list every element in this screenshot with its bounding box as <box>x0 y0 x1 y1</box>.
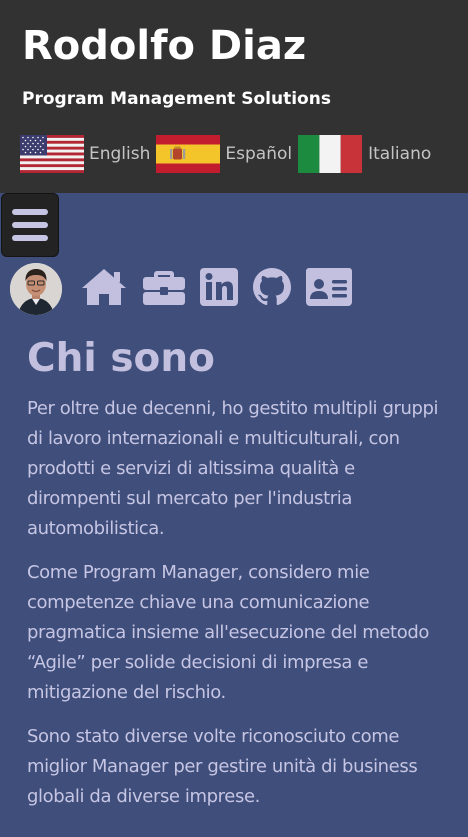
main-content: Chi sono Per oltre due decenni, ho gesti… <box>27 335 452 812</box>
contact-card-icon <box>306 268 352 306</box>
menu-toggle-button[interactable] <box>1 193 59 257</box>
language-italian-label: Italiano <box>368 144 432 164</box>
briefcase-icon <box>143 271 185 305</box>
social-nav <box>10 262 366 316</box>
language-selector: English Español Italiano <box>20 135 437 173</box>
home-link[interactable] <box>80 267 128 311</box>
avatar <box>10 263 62 315</box>
linkedin-icon <box>200 268 238 306</box>
avatar-link[interactable] <box>10 263 80 315</box>
language-italian-link[interactable]: Italiano <box>298 135 431 173</box>
language-english-link[interactable]: English <box>20 135 150 173</box>
home-icon <box>82 269 126 305</box>
linkedin-link[interactable] <box>200 268 238 310</box>
github-icon <box>253 268 291 306</box>
paragraph-recognition: Sono stato diverse volte riconosciuto co… <box>27 726 418 807</box>
portfolio-link[interactable] <box>142 267 186 311</box>
language-english-label: English <box>89 144 151 164</box>
site-title: Rodolfo Diaz <box>22 23 307 69</box>
spain-flag-icon <box>156 135 221 173</box>
paragraph-experience: Per oltre due decenni, ho gestito multip… <box>27 398 439 539</box>
site-subtitle: Program Management Solutions <box>22 89 331 109</box>
us-flag-icon <box>20 135 84 173</box>
github-link[interactable] <box>252 267 292 311</box>
contact-link[interactable] <box>306 268 352 310</box>
italy-flag-icon <box>298 135 363 173</box>
hamburger-menu-icon <box>12 209 48 241</box>
paragraph-competencies: Come Program Manager, considero mie comp… <box>27 562 429 703</box>
page-title: Chi sono <box>27 336 215 381</box>
language-spanish-link[interactable]: Español <box>156 135 292 173</box>
site-header: Rodolfo Diaz Program Management Solution… <box>0 0 468 193</box>
language-spanish-label: Español <box>225 144 293 164</box>
